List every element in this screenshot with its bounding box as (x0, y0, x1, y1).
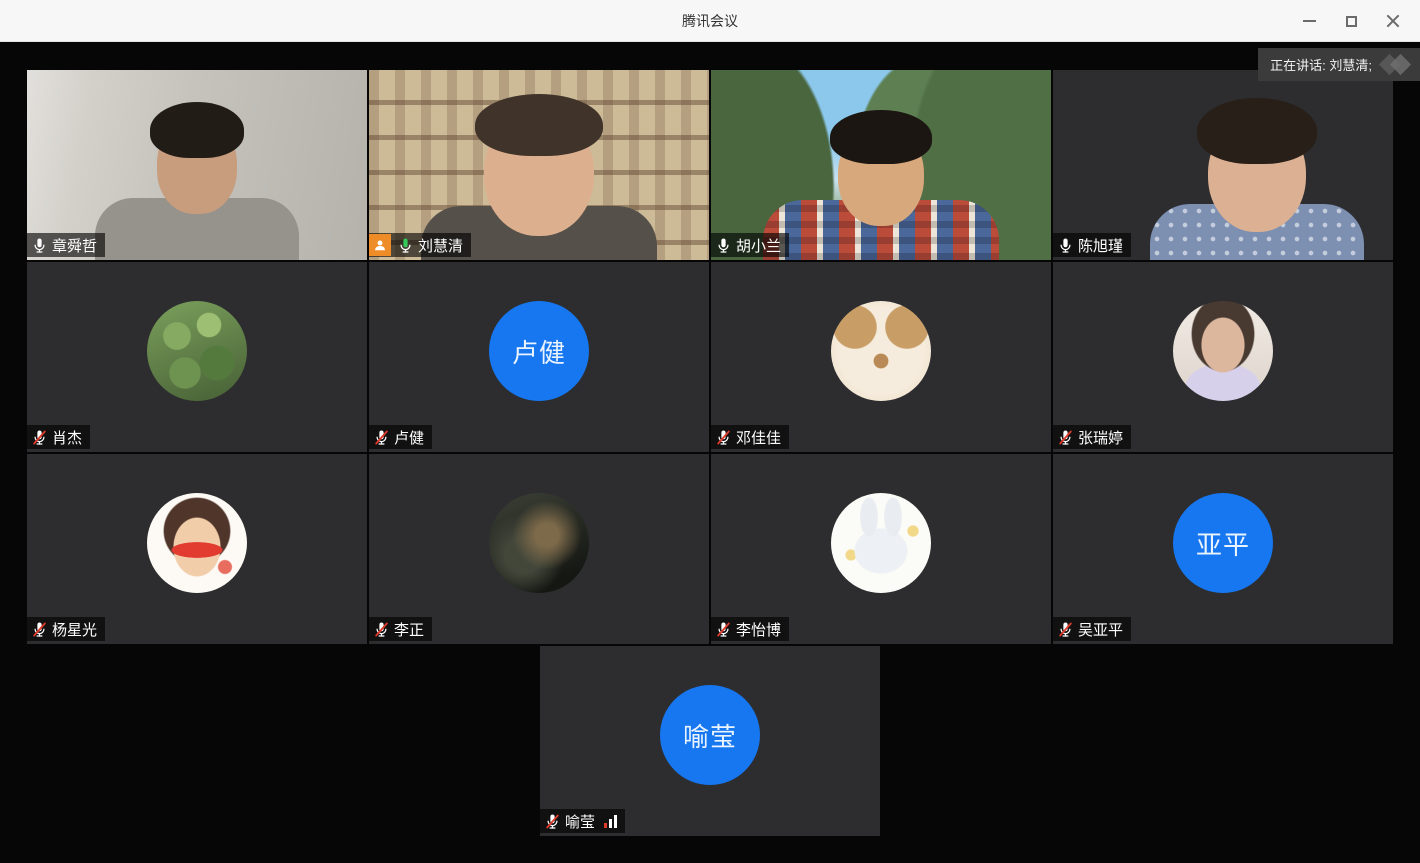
participant-name-label: 吴亚平 (1053, 617, 1131, 641)
host-badge-icon (369, 234, 391, 256)
participant-name: 李怡博 (736, 619, 781, 640)
participant-video-silhouette (1053, 70, 1393, 260)
participant-name-label: 陈旭瑾 (1053, 233, 1131, 257)
close-button[interactable] (1376, 6, 1410, 36)
avatar-initials: 喻莹 (683, 717, 737, 754)
tencent-meeting-logo-icon (1380, 53, 1414, 77)
mic-status-icon (31, 429, 48, 446)
participant-name: 陈旭瑾 (1078, 235, 1123, 256)
participant-name-label: 喻莹 (540, 809, 625, 833)
participant-tile[interactable]: 陈旭瑾 (1053, 70, 1393, 260)
close-icon (1386, 14, 1400, 28)
mic-status-icon (373, 429, 390, 446)
participant-tile[interactable]: 张瑞婷 (1053, 262, 1393, 452)
participant-avatar: 喻莹 (660, 685, 760, 785)
mic-status-icon (31, 237, 48, 254)
participant-tile[interactable]: 刘慧清 (369, 70, 709, 260)
participant-name: 张瑞婷 (1078, 427, 1123, 448)
participant-video-silhouette (27, 70, 367, 260)
window-titlebar: 腾讯会议 (0, 0, 1420, 42)
participant-name: 李正 (394, 619, 424, 640)
participant-tile[interactable]: 李正 (369, 454, 709, 644)
participant-avatar (1173, 301, 1273, 401)
participant-avatar: 卢健 (489, 301, 589, 401)
participant-avatar (831, 301, 931, 401)
participant-tile[interactable]: 胡小兰 (711, 70, 1051, 260)
maximize-icon (1346, 16, 1357, 27)
mic-status-icon (715, 237, 732, 254)
participant-name-label: 邓佳佳 (711, 425, 789, 449)
participant-name-label: 杨星光 (27, 617, 105, 641)
mic-status-icon (544, 813, 561, 830)
participant-name: 杨星光 (52, 619, 97, 640)
participant-name-label: 李正 (369, 617, 432, 641)
avatar-initials: 亚平 (1196, 525, 1250, 562)
participant-name-label: 肖杰 (27, 425, 90, 449)
participant-name: 吴亚平 (1078, 619, 1123, 640)
participant-name-label: 刘慧清 (369, 233, 471, 257)
mic-status-icon (373, 621, 390, 638)
avatar-initials: 卢健 (512, 333, 566, 370)
grid-row-3: 杨星光 李正 (27, 454, 1393, 644)
speaking-toast: 正在讲话: 刘慧清; (1258, 48, 1420, 81)
mic-status-icon (31, 621, 48, 638)
participant-video-silhouette (711, 70, 1051, 260)
participant-name-label: 卢健 (369, 425, 432, 449)
participant-tile[interactable]: 邓佳佳 (711, 262, 1051, 452)
participant-video-silhouette (369, 70, 709, 260)
participant-tile[interactable]: 亚平 吴亚平 (1053, 454, 1393, 644)
window-title: 腾讯会议 (682, 11, 738, 31)
window-controls (1292, 0, 1410, 42)
mic-status-icon (1057, 237, 1074, 254)
mic-status-icon (1057, 429, 1074, 446)
grid-row-1: 章舜哲 刘慧清 (27, 70, 1393, 260)
participant-name-label: 张瑞婷 (1053, 425, 1131, 449)
participant-avatar (489, 493, 589, 593)
participant-avatar (147, 493, 247, 593)
participant-avatar (147, 301, 247, 401)
speaking-toast-text: 正在讲话: 刘慧清; (1270, 55, 1372, 74)
participant-tile[interactable]: 卢健 卢健 (369, 262, 709, 452)
participant-name-label: 章舜哲 (27, 233, 105, 257)
participant-name: 喻莹 (565, 811, 595, 832)
participant-tile[interactable]: 杨星光 (27, 454, 367, 644)
mic-status-icon (715, 621, 732, 638)
participant-name: 胡小兰 (736, 235, 781, 256)
participant-tile[interactable]: 肖杰 (27, 262, 367, 452)
participant-tile[interactable]: 章舜哲 (27, 70, 367, 260)
participant-tile[interactable]: 喻莹 喻莹 (540, 646, 880, 836)
participant-grid: 章舜哲 刘慧清 (0, 70, 1420, 836)
participant-avatar: 亚平 (1173, 493, 1273, 593)
minimize-icon (1303, 20, 1316, 22)
network-signal-icon (604, 815, 617, 828)
meeting-canvas: 正在讲话: 刘慧清; 章舜哲 (0, 42, 1420, 863)
grid-row-4: 喻莹 喻莹 (540, 646, 880, 836)
participant-name: 刘慧清 (418, 235, 463, 256)
maximize-button[interactable] (1334, 6, 1368, 36)
mic-status-icon (397, 237, 414, 254)
participant-name: 卢健 (394, 427, 424, 448)
participant-tile[interactable]: 李怡博 (711, 454, 1051, 644)
minimize-button[interactable] (1292, 6, 1326, 36)
participant-name: 章舜哲 (52, 235, 97, 256)
participant-name-label: 胡小兰 (711, 233, 789, 257)
grid-row-2: 肖杰 卢健 卢健 (27, 262, 1393, 452)
participant-avatar (831, 493, 931, 593)
mic-status-icon (715, 429, 732, 446)
participant-name-label: 李怡博 (711, 617, 789, 641)
mic-status-icon (1057, 621, 1074, 638)
participant-name: 肖杰 (52, 427, 82, 448)
participant-name: 邓佳佳 (736, 427, 781, 448)
